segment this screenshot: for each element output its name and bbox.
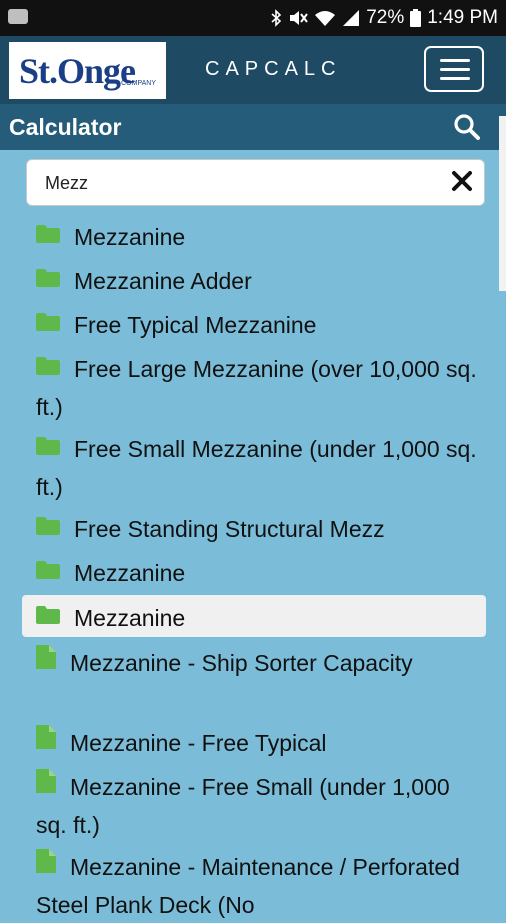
- list-item-label: Free Large Mezzanine (over 10,000 sq. ft…: [36, 355, 477, 420]
- folder-icon: [36, 429, 60, 465]
- list-item-label: Mezzanine - Free Small (under 1,000 sq. …: [36, 773, 450, 838]
- search-input[interactable]: Mezz: [26, 159, 485, 206]
- app-title: CAPCALC: [205, 58, 342, 80]
- document-icon: [36, 847, 56, 883]
- logo-small-text: COMPANY: [121, 80, 156, 87]
- search-icon[interactable]: [453, 113, 481, 146]
- signal-icon: [342, 9, 360, 27]
- bluetooth-icon: [270, 9, 282, 27]
- menu-button[interactable]: [424, 46, 484, 92]
- search-input-value: Mezz: [45, 173, 89, 193]
- list-item-label: Free Standing Structural Mezz: [74, 515, 385, 542]
- list-item[interactable]: Mezzanine: [22, 595, 486, 637]
- list-item[interactable]: Mezzanine Adder: [22, 261, 486, 299]
- list-item[interactable]: Mezzanine: [22, 217, 486, 255]
- list-item-label: Mezzanine - Ship Sorter Capacity: [70, 649, 413, 676]
- list-item-label: Mezzanine Adder: [74, 267, 252, 294]
- list-item-label: Mezzanine - Free Typical: [70, 729, 327, 756]
- list-item[interactable]: Free Large Mezzanine (over 10,000 sq. ft…: [22, 349, 486, 425]
- list-item-label: Mezzanine: [74, 604, 186, 631]
- document-icon: [36, 723, 56, 759]
- mute-icon: [288, 9, 309, 27]
- folder-icon: [36, 217, 60, 253]
- list-item-label: Mezzanine: [74, 223, 186, 250]
- list-item[interactable]: Free Standing Structural Mezz: [22, 509, 486, 547]
- section-bar: Calculator: [0, 104, 506, 150]
- status-right: 72% 1:49 PM: [270, 6, 498, 30]
- battery-percent: 72%: [366, 7, 405, 28]
- menu-bar-1: [440, 59, 470, 62]
- folder-icon: [36, 349, 60, 385]
- menu-bar-2: [440, 68, 470, 71]
- folder-icon: [36, 509, 60, 545]
- wifi-icon: [314, 9, 336, 27]
- folder-icon: [36, 261, 60, 297]
- list-item[interactable]: Mezzanine: [22, 553, 486, 591]
- logo[interactable]: St.Onge COMPANY: [9, 42, 166, 99]
- list-item[interactable]: Free Typical Mezzanine: [22, 305, 486, 343]
- document-icon: [36, 767, 56, 803]
- list-item-label: Mezzanine: [74, 559, 186, 586]
- list-item-label: Free Typical Mezzanine: [74, 311, 317, 338]
- list-item-label: Mezzanine - Maintenance / Perforated Ste…: [36, 853, 460, 918]
- list-item[interactable]: Mezzanine - Ship Sorter Capacity: [22, 643, 486, 715]
- battery-icon: [410, 9, 422, 27]
- status-bar: 72% 1:49 PM: [0, 0, 506, 36]
- scrollbar[interactable]: [499, 116, 506, 291]
- menu-bar-3: [440, 77, 470, 80]
- list-item[interactable]: Mezzanine - Free Small (under 1,000 sq. …: [22, 767, 486, 843]
- logo-text: St.Onge: [19, 51, 136, 91]
- list-item-label: Free Small Mezzanine (under 1,000 sq. ft…: [36, 435, 477, 500]
- folder-icon: [36, 553, 60, 589]
- document-icon: [36, 643, 56, 679]
- list-item[interactable]: Mezzanine - Free Typical: [22, 723, 486, 761]
- list-item[interactable]: Mezzanine - Maintenance / Perforated Ste…: [22, 847, 486, 923]
- notification-icon: [8, 9, 28, 24]
- clock: 1:49 PM: [427, 7, 498, 28]
- folder-icon: [36, 598, 60, 634]
- clear-search-icon[interactable]: [451, 170, 473, 197]
- folder-icon: [36, 305, 60, 341]
- list-item[interactable]: Free Small Mezzanine (under 1,000 sq. ft…: [22, 429, 486, 505]
- section-title: Calculator: [9, 114, 122, 140]
